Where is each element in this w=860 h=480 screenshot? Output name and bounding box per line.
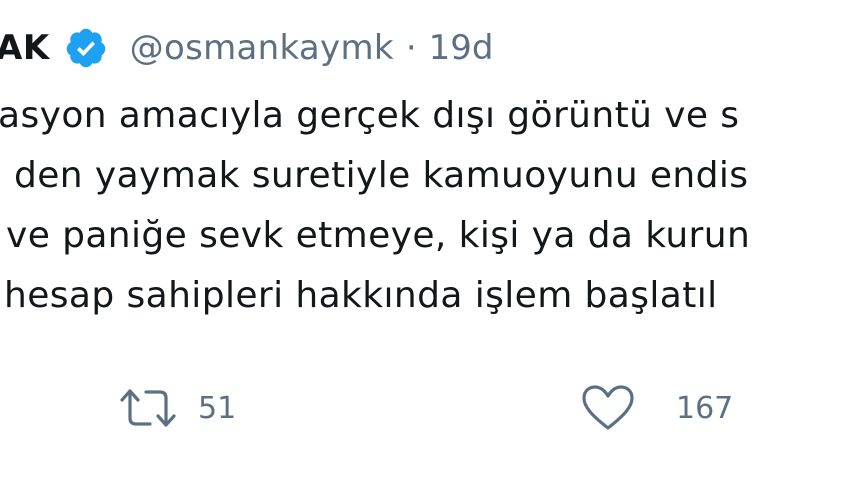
tweet-text-line: asyon amacıyla gerçek dışı görüntü ve s: [0, 95, 740, 136]
user-handle[interactable]: @osmankaymk: [130, 28, 394, 68]
tweet-actions: 51 167: [0, 378, 860, 438]
retweet-icon: [118, 386, 178, 430]
heart-icon: [580, 384, 636, 432]
tweet-header: AK @osmankaymk · 19d: [0, 18, 494, 78]
tweet-timestamp[interactable]: 19d: [429, 28, 494, 68]
display-name[interactable]: AK: [0, 28, 50, 68]
tweet-text: asyon amacıyla gerçek dışı görüntü ve s …: [0, 86, 860, 326]
tweet-text-line: hesap sahipleri hakkında işlem başlatıl: [4, 275, 718, 316]
verified-badge-icon: [64, 26, 108, 70]
header-separator: ·: [405, 28, 417, 68]
tweet-text-line: ve paniğe sevk etmeye, kişi ya da kurun: [6, 215, 751, 256]
tweet-text-line: den yaymak suretiyle kamuoyunu endis: [14, 155, 749, 196]
retweet-button[interactable]: 51: [118, 378, 236, 438]
retweet-count: 51: [198, 390, 237, 426]
like-button[interactable]: 167: [580, 378, 733, 438]
like-count: 167: [676, 390, 734, 426]
